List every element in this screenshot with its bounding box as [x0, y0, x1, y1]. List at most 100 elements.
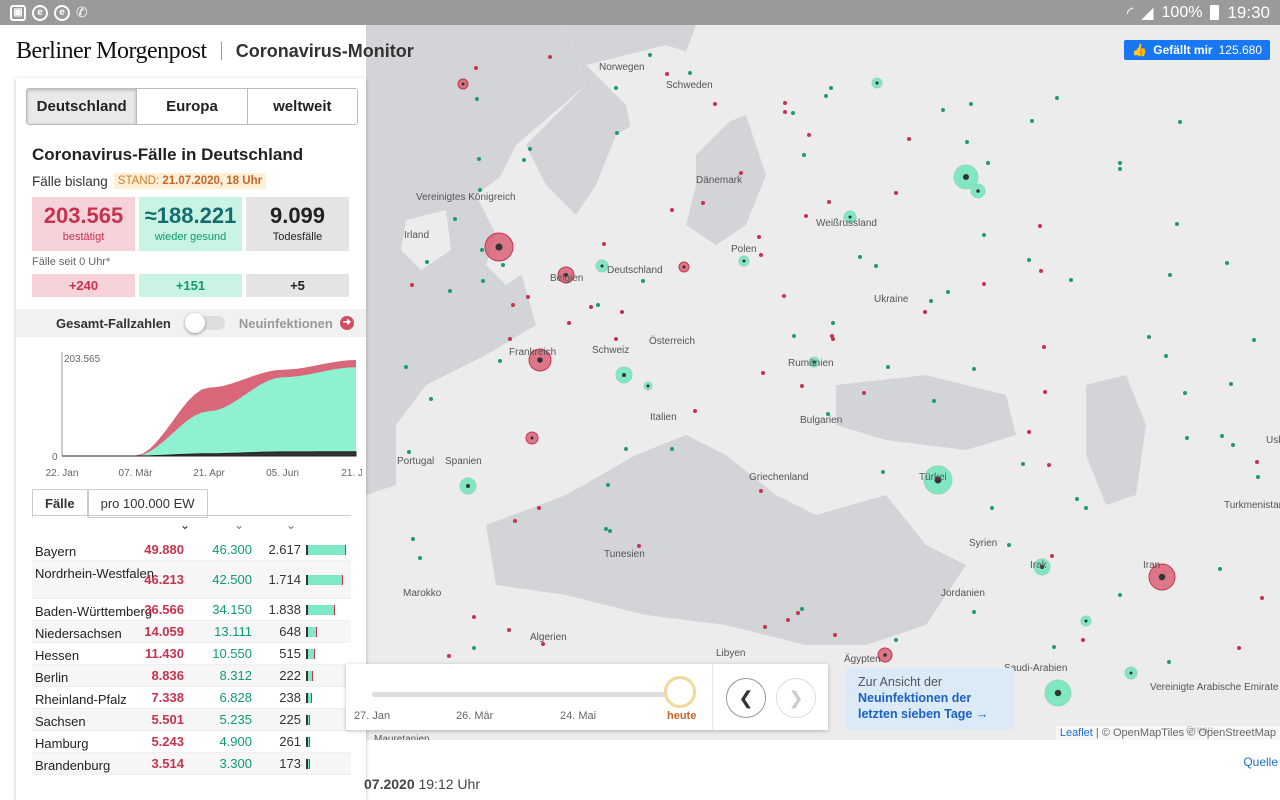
toggle-label-new[interactable]: Neuinfektionen	[239, 316, 333, 331]
small-case-marker[interactable]	[990, 506, 994, 510]
map-canvas[interactable]	[366, 25, 1280, 740]
small-case-marker[interactable]	[1047, 463, 1051, 467]
small-case-marker[interactable]	[759, 489, 763, 493]
small-case-marker[interactable]	[986, 161, 990, 165]
small-case-marker[interactable]	[589, 305, 593, 309]
small-case-marker[interactable]	[802, 153, 806, 157]
small-case-marker[interactable]	[1256, 475, 1260, 479]
small-case-marker[interactable]	[567, 321, 571, 325]
sort-deaths-chevron-icon[interactable]: ⌄	[286, 518, 296, 532]
small-case-marker[interactable]	[1007, 543, 1011, 547]
small-case-marker[interactable]	[1021, 462, 1025, 466]
table-row[interactable]: Hamburg 5.243 4.900 261	[32, 731, 351, 753]
small-case-marker[interactable]	[829, 86, 833, 90]
small-case-marker[interactable]	[1167, 660, 1171, 664]
small-case-marker[interactable]	[637, 544, 641, 548]
tab-per-100k[interactable]: pro 100.000 EW	[87, 489, 208, 518]
small-case-marker[interactable]	[800, 607, 804, 611]
small-case-marker[interactable]	[1178, 120, 1182, 124]
sort-cases-chevron-icon[interactable]: ⌄	[180, 518, 190, 532]
small-case-marker[interactable]	[763, 625, 767, 629]
timeline-next-button[interactable]: ❯	[776, 678, 816, 718]
small-case-marker[interactable]	[537, 506, 541, 510]
timeline-track[interactable]	[372, 692, 682, 697]
small-case-marker[interactable]	[407, 450, 411, 454]
small-case-marker[interactable]	[429, 397, 433, 401]
small-case-marker[interactable]	[1218, 567, 1222, 571]
small-case-marker[interactable]	[1168, 273, 1172, 277]
small-case-marker[interactable]	[1075, 497, 1079, 501]
small-case-marker[interactable]	[786, 618, 790, 622]
small-case-marker[interactable]	[511, 303, 515, 307]
small-case-marker[interactable]	[526, 295, 530, 299]
small-case-marker[interactable]	[670, 208, 674, 212]
small-case-marker[interactable]	[1252, 338, 1256, 342]
small-case-marker[interactable]	[1042, 345, 1046, 349]
small-case-marker[interactable]	[475, 97, 479, 101]
info-icon[interactable]: ➜	[340, 316, 354, 330]
small-case-marker[interactable]	[508, 337, 512, 341]
small-case-marker[interactable]	[410, 283, 414, 287]
table-row[interactable]: Bayern 49.880 46.300 2.617	[32, 539, 351, 561]
small-case-marker[interactable]	[894, 638, 898, 642]
toggle-label-total[interactable]: Gesamt-Fallzahlen	[56, 316, 171, 331]
small-case-marker[interactable]	[824, 94, 828, 98]
table-row[interactable]: Brandenburg 3.514 3.300 173	[32, 753, 351, 775]
small-case-marker[interactable]	[804, 214, 808, 218]
small-case-marker[interactable]	[498, 359, 502, 363]
small-case-marker[interactable]	[1038, 224, 1042, 228]
small-case-marker[interactable]	[831, 321, 835, 325]
table-row[interactable]: Nordrhein-Westfalen 46.213 42.500 1.714	[32, 561, 351, 599]
small-case-marker[interactable]	[791, 111, 795, 115]
small-case-marker[interactable]	[608, 529, 612, 533]
small-case-marker[interactable]	[507, 628, 511, 632]
small-case-marker[interactable]	[1055, 96, 1059, 100]
small-case-marker[interactable]	[1118, 593, 1122, 597]
small-case-marker[interactable]	[670, 447, 674, 451]
small-case-marker[interactable]	[907, 137, 911, 141]
small-case-marker[interactable]	[827, 200, 831, 204]
timeline-prev-button[interactable]: ❮	[726, 678, 766, 718]
small-case-marker[interactable]	[614, 337, 618, 341]
small-case-marker[interactable]	[501, 263, 505, 267]
small-case-marker[interactable]	[1255, 460, 1259, 464]
small-case-marker[interactable]	[1237, 646, 1241, 650]
small-case-marker[interactable]	[1225, 261, 1229, 265]
small-case-marker[interactable]	[614, 86, 618, 90]
small-case-marker[interactable]	[800, 384, 804, 388]
small-case-marker[interactable]	[1052, 645, 1056, 649]
small-case-marker[interactable]	[1069, 278, 1073, 282]
small-case-marker[interactable]	[965, 140, 969, 144]
small-case-marker[interactable]	[1027, 258, 1031, 262]
map[interactable]: Norwegen Schweden Vereinigtes Königreich Ir…	[366, 25, 1280, 740]
source-link[interactable]: Quelle	[1243, 755, 1278, 769]
small-case-marker[interactable]	[881, 470, 885, 474]
small-case-marker[interactable]	[477, 157, 481, 161]
small-case-marker[interactable]	[874, 264, 878, 268]
small-case-marker[interactable]	[923, 310, 927, 314]
table-row[interactable]: Hessen 11.430 10.550 515	[32, 643, 351, 665]
small-case-marker[interactable]	[972, 610, 976, 614]
small-case-marker[interactable]	[1231, 443, 1235, 447]
small-case-marker[interactable]	[1147, 335, 1151, 339]
small-case-marker[interactable]	[1164, 354, 1168, 358]
small-case-marker[interactable]	[1027, 430, 1031, 434]
small-case-marker[interactable]	[782, 294, 786, 298]
tab-faelle[interactable]: Fälle	[32, 489, 88, 518]
sort-recovered-chevron-icon[interactable]: ⌄	[234, 518, 244, 532]
small-case-marker[interactable]	[641, 279, 645, 283]
small-case-marker[interactable]	[624, 447, 628, 451]
table-row[interactable]: Sachsen 5.501 5.235 225	[32, 709, 351, 731]
small-case-marker[interactable]	[1220, 434, 1224, 438]
small-case-marker[interactable]	[946, 290, 950, 294]
leaflet-link[interactable]: Leaflet	[1060, 727, 1093, 739]
small-case-marker[interactable]	[448, 289, 452, 293]
small-case-marker[interactable]	[713, 102, 717, 106]
small-case-marker[interactable]	[1118, 167, 1122, 171]
tab-deutschland[interactable]: Deutschland	[27, 89, 138, 124]
small-case-marker[interactable]	[418, 556, 422, 560]
small-case-marker[interactable]	[761, 371, 765, 375]
small-case-marker[interactable]	[972, 367, 976, 371]
small-case-marker[interactable]	[982, 282, 986, 286]
small-case-marker[interactable]	[425, 260, 429, 264]
